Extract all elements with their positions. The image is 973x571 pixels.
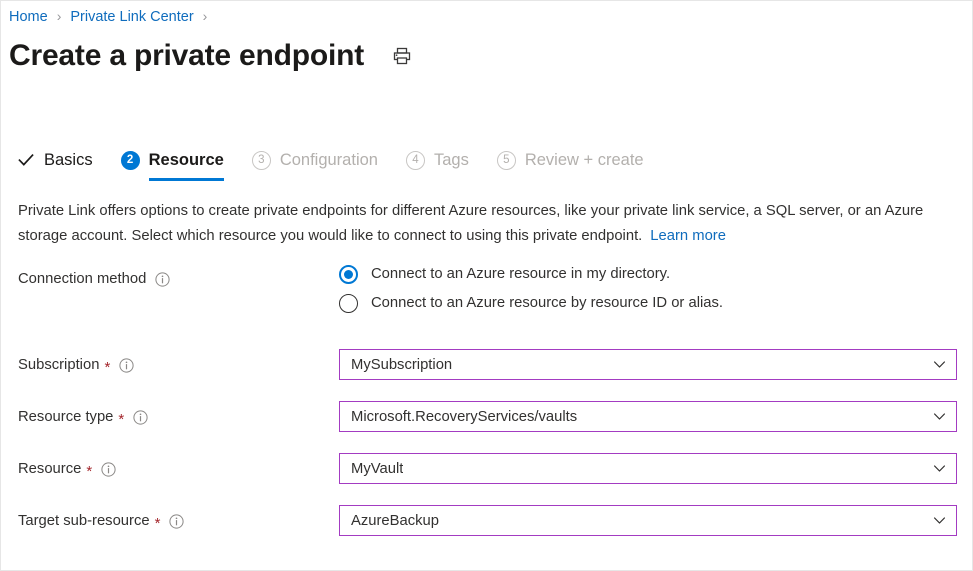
subscription-label-cell: Subscription * [1,349,339,381]
radio-connect-directory[interactable]: Connect to an Azure resource in my direc… [339,263,973,285]
breadcrumb-separator-icon: › [203,9,208,23]
printer-icon[interactable] [389,43,415,69]
tab-tags-badge: 4 [406,151,425,170]
chevron-down-icon [932,461,947,476]
resource-type-dropdown[interactable]: Microsoft.RecoveryServices/vaults [339,401,957,432]
info-icon-glyph [119,358,134,373]
target-sub-resource-value: AzureBackup [351,513,439,529]
radio-unselected-icon [339,294,358,313]
resource-control: MyVault [339,453,973,484]
tab-resource-badge: 2 [121,151,140,170]
resource-dropdown[interactable]: MyVault [339,453,957,484]
tab-basics-label: Basics [44,144,93,176]
connection-method-control: Connect to an Azure resource in my direc… [339,263,973,314]
tab-configuration-badge: 3 [252,151,271,170]
chevron-down-icon-glyph [932,513,947,528]
breadcrumb-separator-icon: › [57,9,62,23]
resource-label-cell: Resource * [1,453,339,485]
resource-form: Connection method Connect to an Azure re… [1,263,973,537]
description-body: Private Link offers options to create pr… [18,203,923,244]
info-icon[interactable] [101,462,116,477]
info-icon-glyph [155,272,170,287]
connection-method-label-cell: Connection method [1,263,339,295]
check-icon-glyph [17,151,35,169]
title-row: Create a private endpoint [9,36,415,76]
radio-connect-resource-id[interactable]: Connect to an Azure resource by resource… [339,292,973,314]
chevron-down-icon-glyph [932,357,947,372]
chevron-down-icon-glyph [932,409,947,424]
connection-method-radio-group: Connect to an Azure resource in my direc… [339,263,973,314]
tab-basics[interactable]: Basics [17,144,93,176]
info-icon-glyph [101,462,116,477]
chevron-down-icon [932,513,947,528]
info-icon[interactable] [155,272,170,287]
connection-method-label: Connection method [18,271,146,287]
info-icon-glyph [133,410,148,425]
required-marker: * [118,412,124,427]
wizard-tabs: Basics 2 Resource 3 Configuration 4 Tags… [17,144,644,182]
tab-tags[interactable]: 4 Tags [406,144,469,176]
target-sub-resource-label: Target sub-resource [18,513,150,529]
tab-tags-label: Tags [434,144,469,176]
chevron-down-icon [932,409,947,424]
tab-review-create-badge: 5 [497,151,516,170]
required-marker: * [104,360,110,375]
create-private-endpoint-page: Home › Private Link Center › Create a pr… [0,0,973,571]
radio-selected-icon [339,265,358,284]
target-sub-resource-label-cell: Target sub-resource * [1,505,339,537]
resource-type-value: Microsoft.RecoveryServices/vaults [351,409,577,425]
radio-connect-directory-label: Connect to an Azure resource in my direc… [371,266,670,282]
resource-type-label-cell: Resource type * [1,401,339,433]
required-marker: * [86,464,92,479]
breadcrumb-item-private-link-center[interactable]: Private Link Center [70,9,193,25]
form-row-resource-type: Resource type * Microsoft.RecoveryServic… [1,401,973,433]
check-icon [17,151,35,169]
resource-type-control: Microsoft.RecoveryServices/vaults [339,401,973,432]
tab-review-create-label: Review + create [525,144,644,176]
page-title: Create a private endpoint [9,36,364,76]
tab-configuration-label: Configuration [280,144,378,176]
resource-label: Resource [18,461,81,477]
subscription-dropdown[interactable]: MySubscription [339,349,957,380]
breadcrumb: Home › Private Link Center › [9,6,216,28]
description-text: Private Link offers options to create pr… [18,199,958,249]
subscription-control: MySubscription [339,349,973,380]
form-row-connection-method: Connection method Connect to an Azure re… [1,263,973,349]
tab-resource[interactable]: 2 Resource [121,144,224,176]
form-row-target-sub-resource: Target sub-resource * AzureBackup [1,505,973,537]
info-icon-glyph [169,514,184,529]
resource-value: MyVault [351,461,403,477]
subscription-value: MySubscription [351,357,452,373]
tab-resource-label: Resource [149,144,224,176]
info-icon[interactable] [133,410,148,425]
tab-active-underline [149,178,224,181]
resource-type-label: Resource type [18,409,113,425]
radio-connect-resource-id-label: Connect to an Azure resource by resource… [371,295,723,311]
info-icon[interactable] [119,358,134,373]
chevron-down-icon-glyph [932,461,947,476]
form-row-subscription: Subscription * MySubscription [1,349,973,381]
chevron-down-icon [932,357,947,372]
form-row-resource: Resource * MyVault [1,453,973,485]
printer-icon-glyph [392,46,412,66]
required-marker: * [155,516,161,531]
tab-review-create[interactable]: 5 Review + create [497,144,644,176]
breadcrumb-item-home[interactable]: Home [9,9,48,25]
subscription-label: Subscription [18,357,99,373]
info-icon[interactable] [169,514,184,529]
learn-more-link[interactable]: Learn more [650,228,726,244]
target-sub-resource-dropdown[interactable]: AzureBackup [339,505,957,536]
tab-configuration[interactable]: 3 Configuration [252,144,378,176]
target-sub-resource-control: AzureBackup [339,505,973,536]
